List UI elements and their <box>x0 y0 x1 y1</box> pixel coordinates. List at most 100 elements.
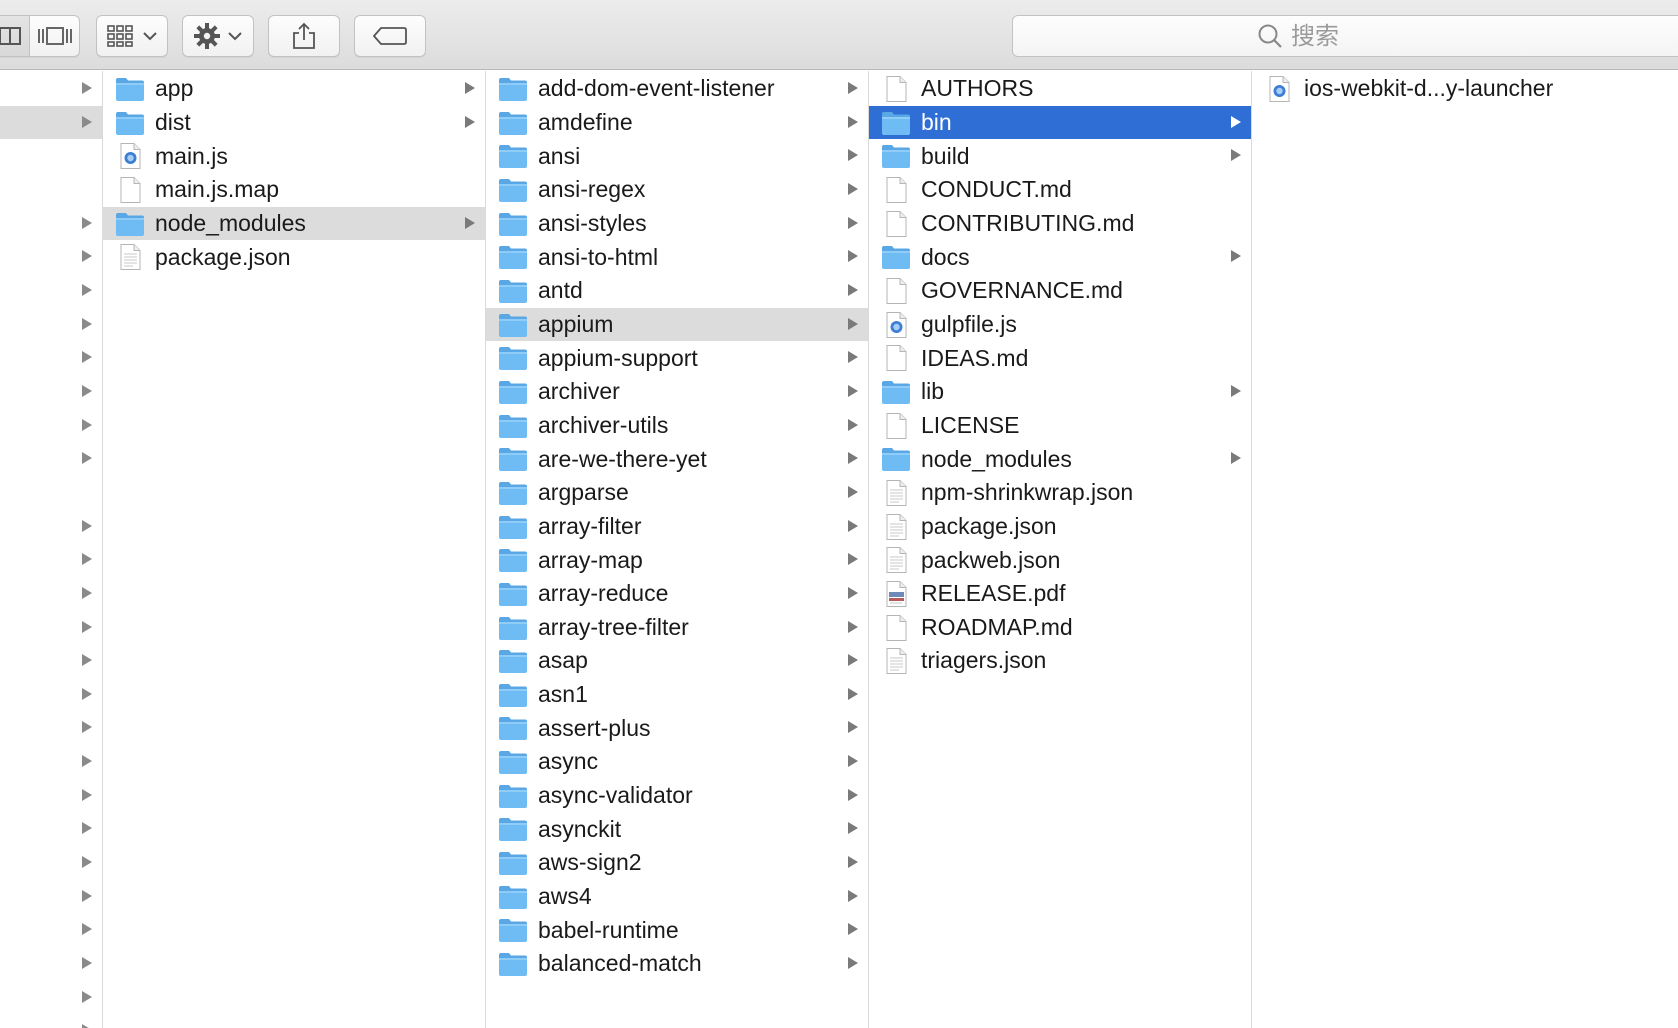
search-input[interactable] <box>1291 22 1611 50</box>
folder-item[interactable]: node_modules <box>869 442 1251 476</box>
column-3[interactable]: AUTHORS bin build CONDUCT.md CONTRIBUTING.md… <box>869 71 1252 1028</box>
file-item[interactable]: gulpfile.js <box>869 308 1251 342</box>
file-item[interactable]: GOVERNANCE.md <box>869 274 1251 308</box>
item-label: app <box>155 75 194 102</box>
folder-item[interactable]: ansi-regex <box>486 173 868 207</box>
column-row[interactable] <box>0 880 102 914</box>
file-icon <box>881 412 911 439</box>
folder-item[interactable]: ansi-to-html <box>486 240 868 274</box>
folder-item[interactable]: add-dom-event-listener <box>486 72 868 106</box>
folder-item[interactable]: async-validator <box>486 779 868 813</box>
folder-item[interactable]: amdefine <box>486 106 868 140</box>
folder-item[interactable]: build <box>869 139 1251 173</box>
file-item[interactable]: CONTRIBUTING.md <box>869 207 1251 241</box>
column-row[interactable] <box>0 913 102 947</box>
column-row[interactable] <box>0 779 102 813</box>
file-item[interactable]: ios-webkit-d...y-launcher <box>1252 72 1678 106</box>
column-row[interactable] <box>0 947 102 981</box>
column-row[interactable] <box>0 308 102 342</box>
folder-item[interactable]: asynckit <box>486 812 868 846</box>
column-row[interactable] <box>0 678 102 712</box>
folder-item[interactable]: array-reduce <box>486 577 868 611</box>
column-row[interactable] <box>0 510 102 544</box>
folder-item[interactable]: array-tree-filter <box>486 611 868 645</box>
column-row[interactable] <box>0 1014 102 1028</box>
folder-item[interactable]: async <box>486 745 868 779</box>
folder-item[interactable]: argparse <box>486 476 868 510</box>
column-0[interactable] <box>0 71 103 1028</box>
folder-item[interactable]: aws-sign2 <box>486 846 868 880</box>
tags-button[interactable] <box>354 15 426 57</box>
file-item[interactable]: package.json <box>869 510 1251 544</box>
file-item[interactable]: AUTHORS <box>869 72 1251 106</box>
disclosure-arrow-icon <box>82 990 92 1003</box>
file-item[interactable]: ROADMAP.md <box>869 611 1251 645</box>
share-button[interactable] <box>268 15 340 57</box>
cover-flow-button[interactable] <box>31 16 79 56</box>
column-row[interactable] <box>0 644 102 678</box>
column-row[interactable] <box>0 711 102 745</box>
column-2[interactable]: add-dom-event-listener amdefine ansi ansi-r… <box>486 71 869 1028</box>
column-row[interactable] <box>0 812 102 846</box>
folder-item[interactable]: assert-plus <box>486 711 868 745</box>
folder-item[interactable]: docs <box>869 240 1251 274</box>
folder-item[interactable]: are-we-there-yet <box>486 442 868 476</box>
folder-item[interactable]: dist <box>103 106 485 140</box>
column-1[interactable]: app dist main.js main.js.map node_modules pac… <box>103 71 486 1028</box>
file-item[interactable]: packweb.json <box>869 543 1251 577</box>
column-row[interactable] <box>0 375 102 409</box>
file-item[interactable]: IDEAS.md <box>869 341 1251 375</box>
item-label: asynckit <box>538 815 622 842</box>
column-row[interactable] <box>0 846 102 880</box>
folder-item[interactable]: node_modules <box>103 206 485 241</box>
file-item[interactable]: triagers.json <box>869 644 1251 678</box>
file-item[interactable]: LICENSE <box>869 409 1251 443</box>
column-row[interactable] <box>0 981 102 1015</box>
folder-item[interactable]: ansi-styles <box>486 207 868 241</box>
column-row[interactable] <box>0 745 102 779</box>
file-item[interactable]: package.json <box>103 240 485 274</box>
arrange-button[interactable] <box>96 15 168 57</box>
column-row[interactable] <box>0 274 102 308</box>
folder-item[interactable]: balanced-match <box>486 947 868 981</box>
column-row[interactable] <box>0 577 102 611</box>
column-row[interactable] <box>0 341 102 375</box>
folder-item[interactable]: babel-runtime <box>486 913 868 947</box>
file-item[interactable]: main.js <box>103 139 485 173</box>
folder-item[interactable]: asn1 <box>486 678 868 712</box>
folder-item[interactable]: appium-support <box>486 341 868 375</box>
file-item[interactable]: npm-shrinkwrap.json <box>869 476 1251 510</box>
folder-item[interactable]: antd <box>486 274 868 308</box>
column-row[interactable] <box>0 611 102 645</box>
column-4[interactable]: ios-webkit-d...y-launcher <box>1252 71 1678 1028</box>
file-item[interactable]: main.js.map <box>103 173 485 207</box>
folder-item[interactable]: ansi <box>486 139 868 173</box>
file-item[interactable]: RELEASE.pdf <box>869 577 1251 611</box>
folder-item[interactable]: lib <box>869 375 1251 409</box>
file-item[interactable]: CONDUCT.md <box>869 173 1251 207</box>
folder-item[interactable]: asap <box>486 644 868 678</box>
column-row[interactable] <box>0 442 102 476</box>
column-row[interactable] <box>0 240 102 274</box>
folder-item[interactable]: array-map <box>486 543 868 577</box>
folder-item[interactable]: array-filter <box>486 510 868 544</box>
folder-item[interactable]: aws4 <box>486 880 868 914</box>
column-row[interactable] <box>0 105 102 140</box>
column-row[interactable] <box>0 207 102 241</box>
column-row[interactable] <box>0 409 102 443</box>
action-button[interactable] <box>182 15 254 57</box>
folder-icon <box>498 682 528 708</box>
folder-item[interactable]: archiver-utils <box>486 409 868 443</box>
column-row[interactable] <box>0 139 102 173</box>
column-view-button[interactable] <box>0 16 30 56</box>
column-row[interactable] <box>0 173 102 207</box>
column-row[interactable] <box>0 543 102 577</box>
search-field[interactable] <box>1012 15 1678 57</box>
folder-item[interactable]: app <box>103 72 485 106</box>
folder-item[interactable]: archiver <box>486 375 868 409</box>
folder-item[interactable]: bin <box>869 105 1251 140</box>
folder-item[interactable]: appium <box>486 307 868 342</box>
text-file-icon <box>881 547 911 574</box>
column-row[interactable] <box>0 476 102 510</box>
column-row[interactable] <box>0 72 102 106</box>
